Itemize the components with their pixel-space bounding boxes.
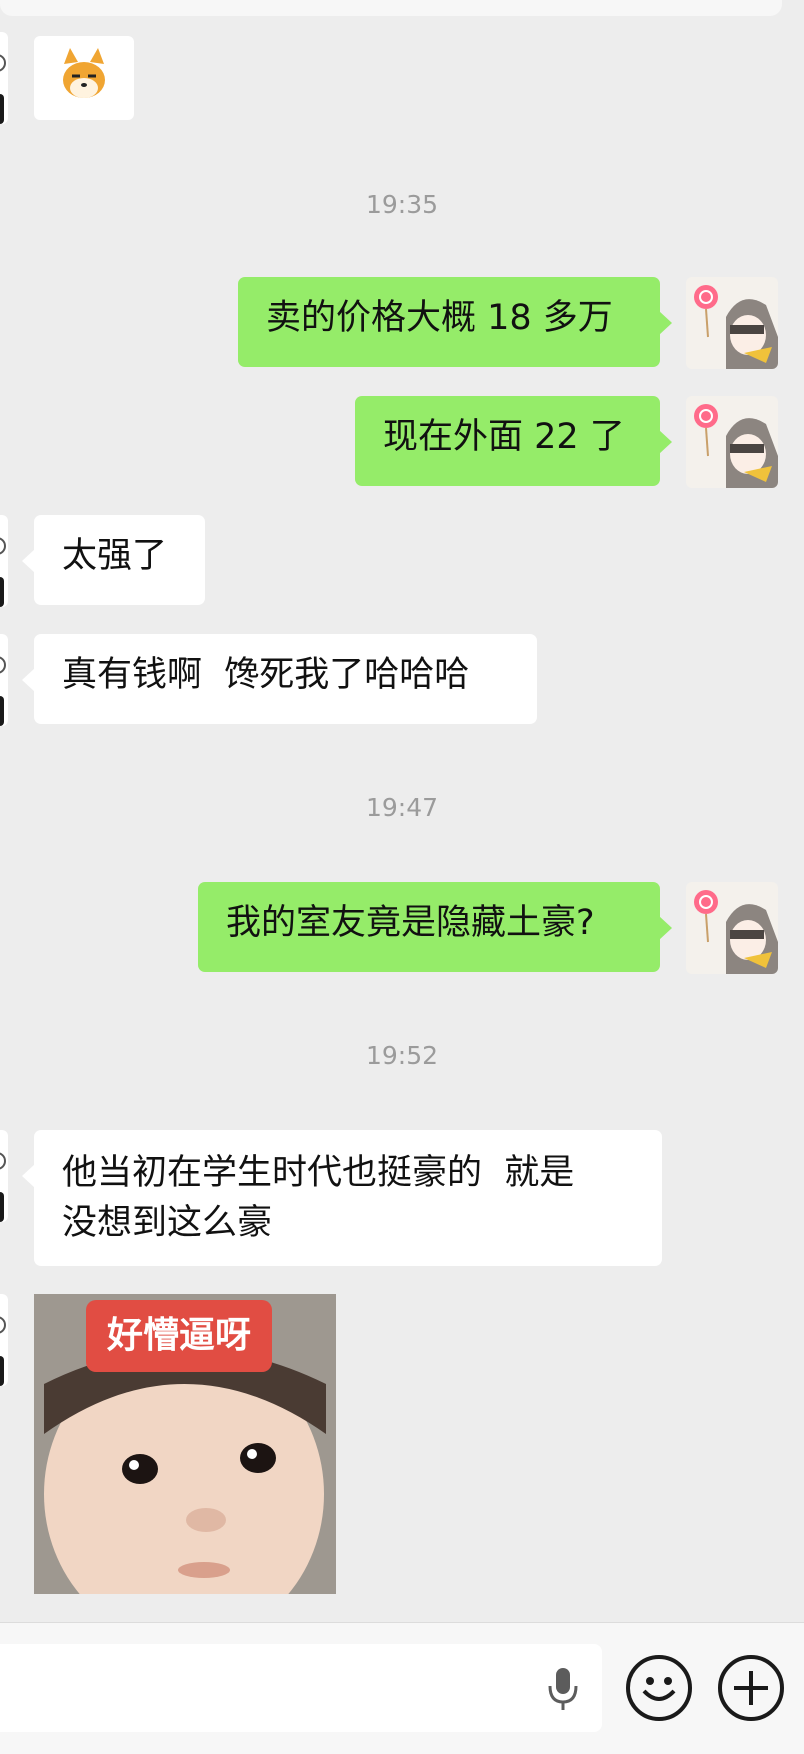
contact-avatar[interactable] [0,1294,8,1386]
message-text: 卖的价格大概 18 多万 [266,298,613,338]
contact-avatar[interactable] [0,634,8,726]
received-message-bubble[interactable]: 真有钱啊 馋死我了哈哈哈 [22,634,537,724]
message-text-line: 他当初在学生时代也挺豪的 就是 [62,1153,575,1193]
emoji-icon[interactable] [626,1655,692,1721]
sent-message-bubble[interactable]: 我的室友竟是隐藏土豪? [198,882,672,972]
my-avatar[interactable] [686,277,778,369]
message-text-line: 没想到这么豪 [62,1203,273,1243]
my-avatar[interactable] [686,396,778,488]
meme-image-message[interactable]: 好懵逼呀 [34,1294,336,1594]
contact-avatar[interactable] [0,32,8,124]
previous-message-edge [0,0,782,16]
shiba-dog-sticker-icon [63,48,105,98]
message-input[interactable] [0,1644,602,1732]
message-text: 真有钱啊 馋死我了哈哈哈 [62,655,470,695]
message-text: 太强了 [62,536,168,576]
anime-girl-avatar-icon [694,404,778,488]
anime-girl-avatar-icon [694,890,778,974]
microphone-icon[interactable] [545,1666,581,1712]
contact-avatar[interactable] [0,1130,8,1222]
received-message-bubble[interactable]: 他当初在学生时代也挺豪的 就是 没想到这么豪 [22,1130,662,1266]
sent-message-bubble[interactable]: 卖的价格大概 18 多万 [238,277,672,367]
sent-message-bubble[interactable]: 现在外面 22 了 [355,396,672,486]
my-avatar[interactable] [686,882,778,974]
message-text: 我的室友竟是隐藏土豪? [226,903,595,943]
message-timestamp: 19:47 [365,793,439,822]
contact-avatar[interactable] [0,515,8,607]
anime-girl-avatar-icon [694,285,778,369]
message-timestamp: 19:52 [365,1041,439,1070]
received-message-bubble[interactable]: 太强了 [22,515,205,605]
add-icon[interactable] [718,1655,784,1721]
sticker-message[interactable] [34,36,134,120]
message-text: 现在外面 22 了 [383,417,625,457]
message-timestamp: 19:35 [365,190,439,219]
meme-caption: 好懵逼呀 [86,1300,272,1372]
